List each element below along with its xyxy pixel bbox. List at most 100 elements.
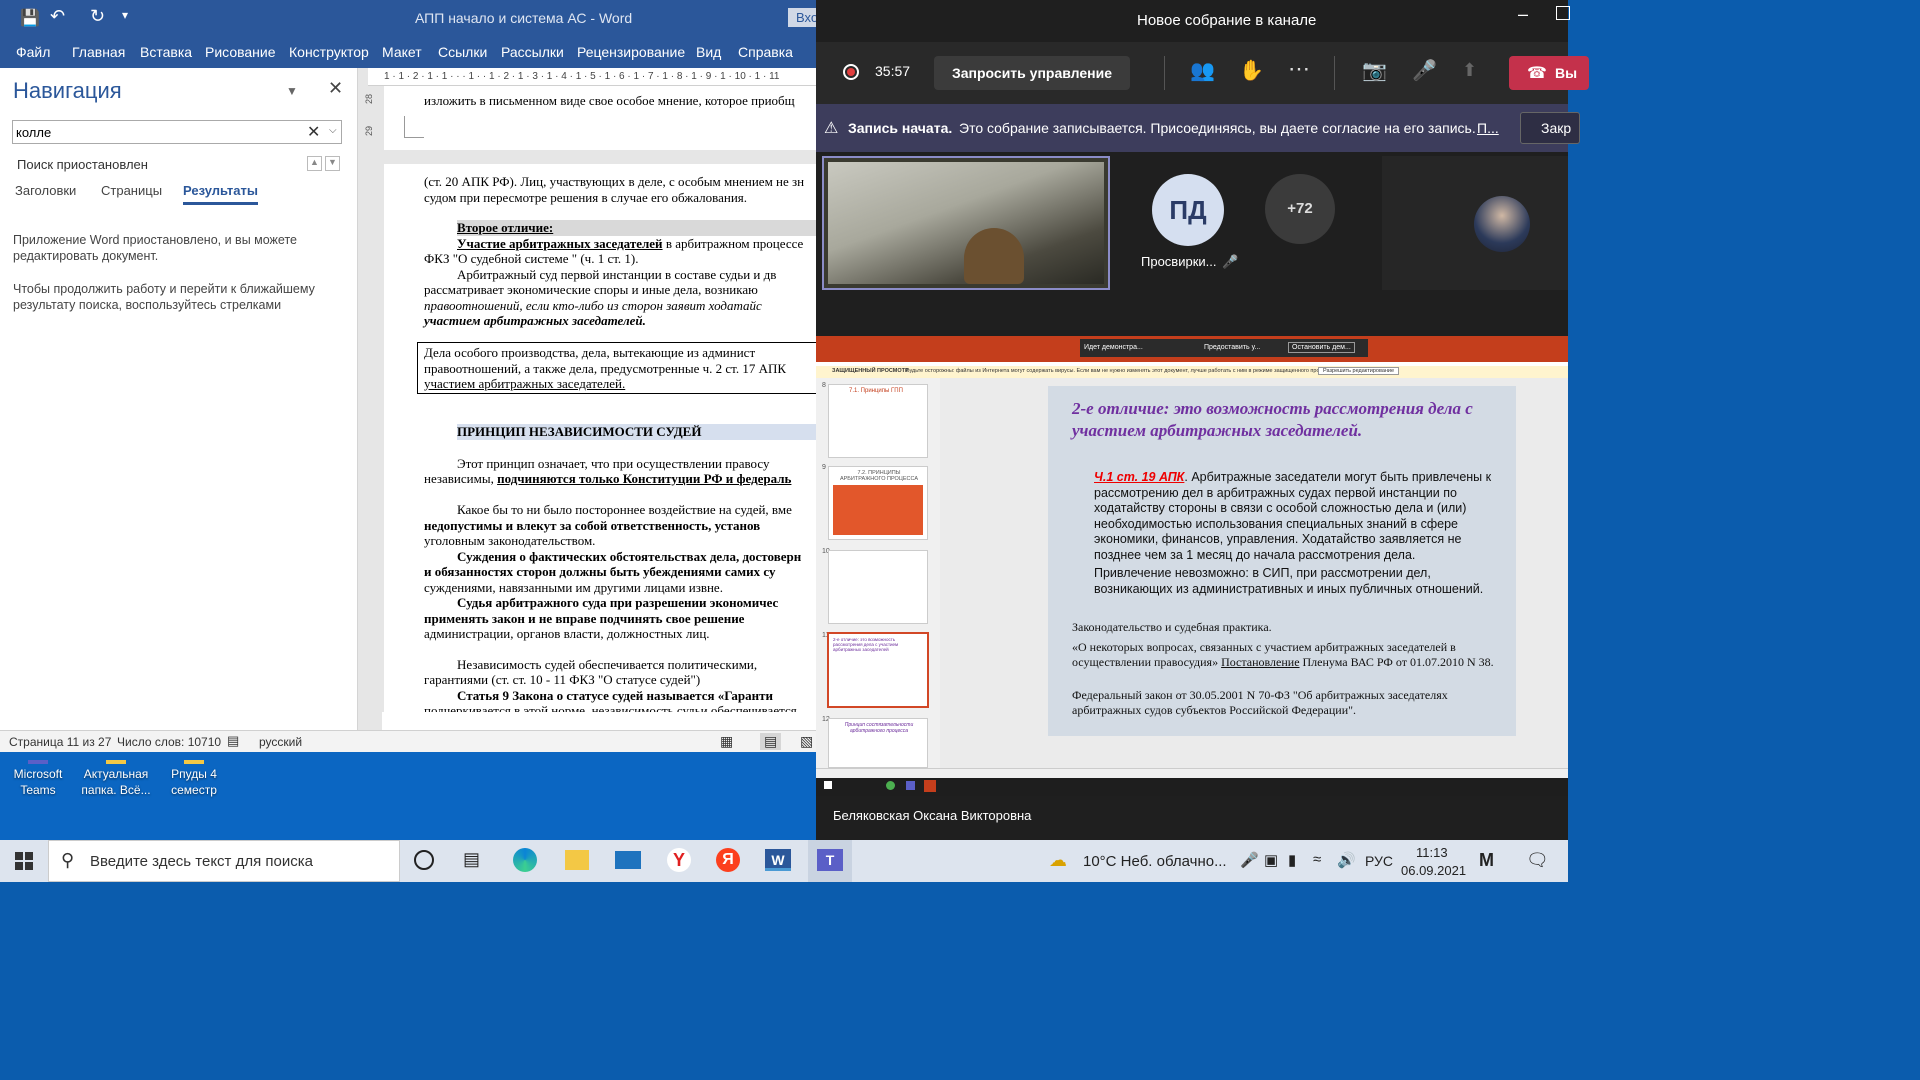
read-mode-icon[interactable]: ▦ — [720, 733, 733, 750]
tab-insert[interactable]: Вставка — [140, 44, 192, 60]
doc-line: Этот принцип означает, что при осуществл… — [457, 456, 770, 471]
redo-icon[interactable]: ↻ — [90, 6, 105, 27]
slide-thumbnail[interactable]: Принцип состязательности арбитражного пр… — [828, 718, 928, 768]
folder-icon — [184, 760, 204, 764]
proofing-icon[interactable]: ▤ — [227, 733, 239, 749]
notifications-icon[interactable]: 🗨 — [1526, 850, 1549, 871]
web-layout-icon[interactable]: ▧ — [800, 733, 813, 750]
edge-icon[interactable] — [513, 848, 537, 872]
reactions-icon[interactable]: ✋ — [1239, 58, 1264, 83]
slide-thumbnail-selected[interactable]: 2-е отличие: это возможность рассмотрени… — [827, 632, 929, 708]
tab-layout[interactable]: Макет — [382, 44, 422, 60]
file-explorer-icon[interactable] — [565, 850, 589, 870]
slide-thumbnail[interactable]: 7.1. Принципы ГПП — [828, 384, 928, 458]
slide-canvas[interactable]: 2-е отличие: это возможность рассмотрени… — [1048, 386, 1516, 736]
mail-icon[interactable] — [615, 851, 641, 869]
cortana-icon[interactable] — [414, 850, 434, 870]
tab-home[interactable]: Главная — [72, 44, 125, 60]
volume-icon[interactable]: 🔊 — [1337, 851, 1356, 869]
privacy-link[interactable]: П... — [1477, 120, 1499, 136]
battery-icon[interactable]: ▮ — [1288, 851, 1296, 869]
sharing-toolbar: Идет демонстра... Предоставить у... Оста… — [1080, 339, 1368, 357]
weather-icon[interactable]: ☁ — [1049, 850, 1067, 871]
desktop-icon-folder[interactable]: Рпуды 4 семестр — [154, 760, 234, 798]
desktop-icon-teams[interactable]: Microsoft Teams — [0, 760, 78, 798]
teams-icon: T — [817, 849, 843, 871]
camera-off-icon[interactable]: 📷 — [1362, 58, 1387, 83]
word-count[interactable]: Число слов: 10710 — [117, 735, 221, 749]
hangup-icon: ☎ — [1527, 65, 1547, 82]
mic-icon[interactable]: 🎤 — [1240, 851, 1259, 869]
request-control-button[interactable]: Запросить управление — [934, 56, 1130, 90]
tab-design[interactable]: Конструктор — [289, 44, 369, 60]
slide-thumbnails: 8 7.1. Принципы ГПП 9 7.2. ПРИНЦИПЫ АРБИ… — [816, 378, 940, 768]
participant-tile[interactable] — [1382, 156, 1568, 290]
search-dropdown-icon[interactable]: ⌵ — [329, 125, 337, 136]
camera-icon[interactable]: ▣ — [1264, 851, 1278, 869]
tab-review[interactable]: Рецензирование — [577, 44, 685, 60]
nav-message-1: Приложение Word приостановлено, и вы мож… — [13, 233, 297, 263]
document-page[interactable]: (ст. 20 АПК РФ). Лиц, участвующих в деле… — [384, 164, 816, 712]
prev-result-icon[interactable]: ▲ — [307, 156, 322, 171]
give-control-button[interactable]: Предоставить у... — [1204, 344, 1260, 351]
task-view-icon[interactable]: ▤ — [463, 849, 480, 870]
more-options-icon[interactable]: ⋯ — [1288, 56, 1310, 82]
enable-editing-button[interactable]: Разрешить редактирование — [1318, 367, 1400, 375]
doc-line: суждениями, навязанными им другими лицам… — [424, 580, 723, 595]
mic-off-icon[interactable]: 🎤 — [1412, 58, 1437, 83]
tab-results[interactable]: Результаты — [183, 183, 258, 205]
tab-mailings[interactable]: Рассылки — [501, 44, 564, 60]
undo-icon[interactable]: ↶ — [50, 6, 65, 27]
next-result-icon[interactable]: ▼ — [325, 156, 340, 171]
language[interactable]: русский — [259, 735, 302, 749]
tab-draw[interactable]: Рисование — [205, 44, 276, 60]
wifi-icon[interactable]: ≈ — [1313, 851, 1321, 868]
nav-search-input[interactable]: колле ✕ ⌵ — [12, 120, 342, 144]
print-layout-icon[interactable]: ▤ — [760, 733, 782, 750]
teams-taskbar-active[interactable]: T — [808, 840, 852, 882]
tab-view[interactable]: Вид — [696, 44, 721, 60]
tab-file[interactable]: Файл — [16, 44, 50, 60]
tab-help[interactable]: Справка — [738, 44, 793, 60]
save-icon[interactable]: 💾 — [20, 8, 40, 28]
word-taskbar-icon[interactable]: W — [765, 849, 791, 871]
slide-paragraph: Ч.1 ст. 19 АПК. Арбитражные заседатели м… — [1094, 470, 1506, 564]
maximize-icon[interactable] — [1556, 6, 1570, 20]
slide-ref-link: Постановление — [1221, 655, 1300, 669]
tab-references[interactable]: Ссылки — [438, 44, 487, 60]
doc-line: рассматривает экономические споры и иные… — [424, 282, 758, 297]
participant-video[interactable] — [822, 156, 1110, 290]
input-language[interactable]: РУС — [1365, 853, 1393, 869]
start-icon[interactable] — [15, 852, 33, 870]
close-icon[interactable]: ✕ — [328, 78, 343, 99]
nav-options-icon[interactable]: ▼ — [286, 84, 298, 98]
slide-thumbnail[interactable]: 7.2. ПРИНЦИПЫ АРБИТРАЖНОГО ПРОЦЕССА — [828, 466, 928, 540]
yandex-browser-icon[interactable]: Y — [667, 848, 691, 872]
share-tray-icon[interactable]: ⬆ — [1462, 60, 1477, 81]
document-page[interactable]: изложить в письменном виде свое особое м… — [384, 86, 816, 150]
doc-line: участием арбитражных заседателей. — [424, 313, 646, 328]
taskbar-search-box[interactable]: ⚲ Введите здесь текст для поиска — [48, 840, 400, 882]
word-status-bar: Страница 11 из 27 Число слов: 10710 ▤ ру… — [0, 730, 816, 752]
doc-section-heading: ПРИНЦИП НЕЗАВИСИМОСТИ СУДЕЙ — [457, 424, 816, 440]
clock-date[interactable]: 06.09.2021 — [1401, 863, 1466, 878]
customize-qat-icon[interactable]: ▾ — [122, 8, 128, 22]
weather-text[interactable]: 10°C Неб. облачно... — [1083, 853, 1227, 870]
page-count[interactable]: Страница 11 из 27 — [9, 735, 111, 749]
tab-pages[interactable]: Страницы — [101, 183, 162, 198]
minimize-icon[interactable]: – — [1518, 4, 1528, 25]
yandex-icon[interactable]: Я — [716, 848, 740, 872]
overflow-participants[interactable]: +72 — [1265, 174, 1335, 244]
participants-icon[interactable]: 👥 — [1190, 58, 1215, 83]
close-banner-button[interactable]: Закр — [1520, 112, 1580, 144]
clear-search-icon[interactable]: ✕ — [307, 122, 320, 142]
tab-headings[interactable]: Заголовки — [15, 183, 76, 198]
meet-now-icon[interactable]: M — [1479, 850, 1494, 871]
stop-sharing-button[interactable]: Остановить дем... — [1288, 342, 1355, 353]
doc-line: уголовным законодательством. — [424, 533, 596, 548]
leave-button[interactable]: ☎ Вы — [1509, 56, 1589, 90]
avatar[interactable]: ПД — [1152, 174, 1224, 246]
desktop-icon-folder[interactable]: Актуальная папка. Всё... — [76, 760, 156, 798]
slide-thumbnail[interactable] — [828, 550, 928, 624]
clock-time[interactable]: 11:13 — [1416, 845, 1448, 860]
